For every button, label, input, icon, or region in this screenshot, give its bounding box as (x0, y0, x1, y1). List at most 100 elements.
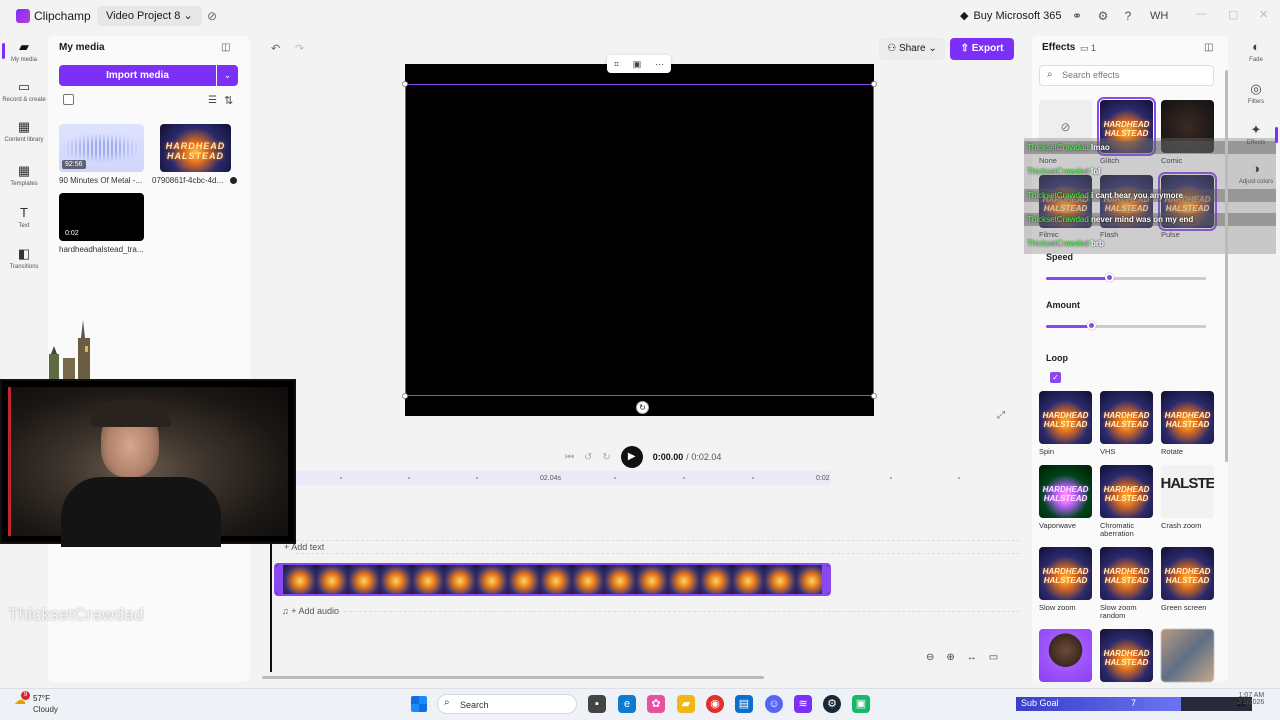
add-audio-track[interactable]: ♫ + Add audio (282, 606, 339, 616)
chrome-icon[interactable]: ◉ (706, 695, 724, 713)
project-name-button[interactable]: Video Project 8 ⌄ (97, 6, 202, 26)
used-check-icon (230, 177, 237, 184)
nav-record-create[interactable]: ▭ Record & create (0, 80, 48, 104)
cloud-off-icon[interactable]: ⊘ (205, 9, 219, 23)
speed-slider-knob[interactable] (1105, 273, 1114, 282)
video-clip-track[interactable] (274, 563, 831, 596)
steam-icon[interactable]: ⚙ (823, 695, 841, 713)
import-media-button[interactable]: Import media (59, 65, 216, 86)
file-explorer-icon[interactable]: ▪ (588, 695, 606, 713)
effect-tile[interactable]: HARDHEAD HALSTEAD (1100, 629, 1153, 682)
effect-vhs-tile[interactable]: HARDHEAD HALSTEAD (1100, 391, 1153, 444)
effect-slow-zoom-tile[interactable]: HARDHEAD HALSTEAD (1039, 547, 1092, 600)
crop-icon[interactable]: ⌗ (614, 59, 619, 70)
notepad-icon[interactable]: ▤ (735, 695, 753, 713)
forward-icon[interactable]: ↻ (602, 452, 610, 463)
effect-crash-zoom-tile[interactable]: HALSTE (1161, 465, 1214, 518)
search-effects-input[interactable]: Search effects (1039, 65, 1214, 86)
effect-rotate-tile[interactable]: HARDHEAD HALSTEAD (1161, 391, 1214, 444)
timeline-settings-icon[interactable]: ▭ (989, 652, 998, 663)
nav-content-library[interactable]: ▦ Content library (0, 120, 48, 144)
rail-fade[interactable]: ◐ Fade (1234, 40, 1278, 64)
nav-transitions[interactable]: ◧ Transitions (0, 247, 48, 271)
rail-filters[interactable]: ◎ Filters (1234, 82, 1278, 106)
resize-handle[interactable] (402, 393, 408, 399)
import-dropdown-chevron-icon[interactable]: ⌄ (217, 65, 238, 86)
resize-handle[interactable] (402, 81, 408, 87)
windows-start-icon[interactable] (411, 696, 427, 712)
resize-handle[interactable] (871, 393, 877, 399)
loop-checkbox[interactable]: ✓ (1050, 372, 1061, 383)
filter-icon[interactable]: ☰ (208, 95, 217, 106)
folder-icon[interactable]: ▰ (677, 695, 695, 713)
buy-microsoft-365-button[interactable]: ◆ Buy Microsoft 365 (960, 9, 1062, 23)
clip-trim-handle-left[interactable] (276, 565, 283, 594)
redo-icon[interactable]: ↷ (295, 42, 304, 55)
copilot-icon[interactable]: ✿ (647, 695, 665, 713)
amount-slider-knob[interactable] (1087, 321, 1096, 330)
rail-effects[interactable]: ✦ Effects (1234, 123, 1278, 147)
effect-green-screen-tile[interactable]: HARDHEAD HALSTEAD (1161, 547, 1214, 600)
clipchamp-taskbar-icon[interactable]: ≋ (794, 695, 812, 713)
rewind-icon[interactable]: ↺ (584, 452, 592, 463)
share-button[interactable]: ⚇ Share ⌄ (879, 38, 945, 60)
zoom-in-icon[interactable]: ⊕ (946, 652, 954, 663)
maximize-icon[interactable]: ▢ (1228, 8, 1238, 21)
nav-text[interactable]: T Text (0, 206, 48, 230)
collapse-panel-icon[interactable]: ◫ (221, 42, 230, 53)
timeline-ruler[interactable] (296, 471, 831, 485)
skip-back-icon[interactable]: ⏮ (565, 452, 574, 463)
effect-chromatic-aberration-tile[interactable]: HARDHEAD HALSTEAD (1100, 465, 1153, 518)
effect-face-tile[interactable] (1039, 629, 1092, 682)
weather-desc[interactable]: Cloudy (33, 705, 58, 714)
chat-user: ThicksetCrawdad (1027, 167, 1089, 176)
rotate-handle-icon[interactable]: ↻ (636, 401, 649, 414)
amount-label: Amount (1046, 300, 1080, 310)
taskbar-search-input[interactable]: Search (437, 694, 577, 714)
export-button[interactable]: ⇧ Export (950, 38, 1014, 60)
select-all-checkbox[interactable] (63, 94, 74, 105)
thumbnail-art-text: HARDHEAD HALSTEAD (1103, 120, 1150, 139)
rail-adjust-colors[interactable]: ◑ Adjust colors (1234, 162, 1278, 186)
link-icon[interactable]: ⚭ (1070, 9, 1084, 23)
discord-icon[interactable]: ☺ (765, 695, 783, 713)
nav-my-media[interactable]: ▰ My media (0, 40, 48, 64)
playhead[interactable] (270, 542, 272, 672)
weather-temp[interactable]: 57°F (33, 694, 50, 703)
gear-icon[interactable]: ⚙ (1096, 9, 1110, 23)
clip-trim-handle-right[interactable] (822, 565, 829, 594)
resize-handle[interactable] (871, 81, 877, 87)
taskbar-clock[interactable]: 1:07 AM 2/1/2026 (1237, 692, 1264, 706)
close-icon[interactable]: ✕ (1259, 8, 1268, 21)
game-app-icon[interactable]: ▣ (852, 695, 870, 713)
media-item-art[interactable]: HARDHEAD HALSTEAD (160, 124, 231, 172)
preview-selection-box[interactable] (405, 84, 874, 396)
edge-browser-icon[interactable]: e (618, 695, 636, 713)
timeline-scrollbar[interactable] (262, 676, 764, 679)
effect-label: Spin (1039, 447, 1055, 456)
clip-frame (284, 565, 316, 594)
nav-templates[interactable]: ▦ Templates (0, 164, 48, 188)
effect-slow-zoom-random-tile[interactable]: HARDHEAD HALSTEAD (1100, 547, 1153, 600)
more-options-icon[interactable]: ⋯ (655, 59, 664, 70)
play-button[interactable]: ▶ (620, 446, 643, 468)
add-text-track[interactable]: + Add text (284, 542, 324, 552)
undo-icon[interactable]: ↶ (271, 42, 280, 55)
zoom-out-icon[interactable]: ⊖ (926, 652, 934, 663)
collapse-panel-icon[interactable]: ◫ (1204, 42, 1213, 53)
effect-blur-tile[interactable] (1161, 629, 1214, 682)
fullscreen-icon[interactable]: ⤢ (997, 410, 1005, 421)
effects-scrollbar[interactable] (1225, 70, 1228, 462)
camera-icon: ▭ (17, 79, 31, 94)
sort-icon[interactable]: ⇅ (224, 94, 233, 107)
effect-vaporwave-tile[interactable]: HARDHEAD HALSTEAD (1039, 465, 1092, 518)
media-item-audio[interactable]: 92:56 (59, 124, 144, 172)
fit-timeline-icon[interactable]: ↔ (967, 652, 977, 663)
effects-count-badge: ▭ 1 (1080, 43, 1096, 54)
minimize-icon[interactable]: — (1196, 8, 1207, 20)
help-icon[interactable]: ? (1121, 9, 1135, 23)
avatar[interactable]: WH (1150, 10, 1168, 22)
fit-icon[interactable]: ▣ (633, 59, 642, 70)
media-item-video[interactable]: 0:02 (59, 193, 144, 241)
effect-spin-tile[interactable]: HARDHEAD HALSTEAD (1039, 391, 1092, 444)
